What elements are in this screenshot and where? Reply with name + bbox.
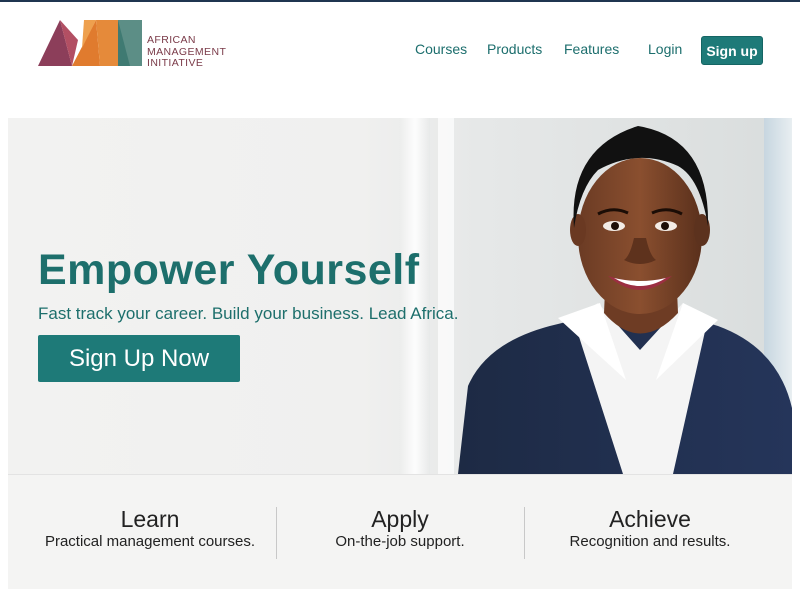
feature-learn: Learn Practical management courses.	[30, 505, 270, 551]
logo-wordmark: AFRICAN MANAGEMENT INITIATIVE	[147, 34, 226, 70]
ami-logo[interactable]: AFRICAN MANAGEMENT INITIATIVE	[38, 18, 228, 70]
features-strip: Learn Practical management courses. Appl…	[8, 474, 792, 589]
feature-title: Achieve	[609, 506, 691, 532]
site-header: AFRICAN MANAGEMENT INITIATIVE Courses Pr…	[0, 2, 800, 118]
feature-description: On-the-job support.	[335, 533, 465, 550]
feature-achieve: Achieve Recognition and results.	[530, 505, 770, 551]
hero-photo-woman	[458, 126, 792, 474]
signup-button[interactable]: Sign up	[701, 36, 763, 65]
ami-logo-icon	[38, 20, 142, 66]
feature-title: Apply	[371, 506, 429, 532]
hero-banner: Empower Yourself Fast track your career.…	[8, 118, 792, 474]
logo-line-1: AFRICAN	[147, 34, 196, 46]
window-blind	[400, 118, 430, 474]
nav-products[interactable]: Products	[487, 40, 542, 58]
feature-title: Learn	[120, 506, 180, 532]
feature-apply: Apply On-the-job support.	[280, 505, 520, 551]
feature-divider	[524, 507, 525, 559]
feature-description: Recognition and results.	[569, 533, 731, 550]
nav-courses[interactable]: Courses	[415, 40, 467, 58]
feature-divider	[276, 507, 277, 559]
hero-subtitle: Fast track your career. Build your busin…	[38, 304, 459, 323]
hero-title: Empower Yourself	[38, 246, 420, 294]
sign-up-now-button[interactable]: Sign Up Now	[38, 335, 240, 382]
logo-line-3: INITIATIVE	[147, 57, 204, 69]
nav-login[interactable]: Login	[648, 40, 682, 58]
nav-features[interactable]: Features	[564, 40, 619, 58]
feature-description: Practical management courses.	[44, 533, 256, 550]
